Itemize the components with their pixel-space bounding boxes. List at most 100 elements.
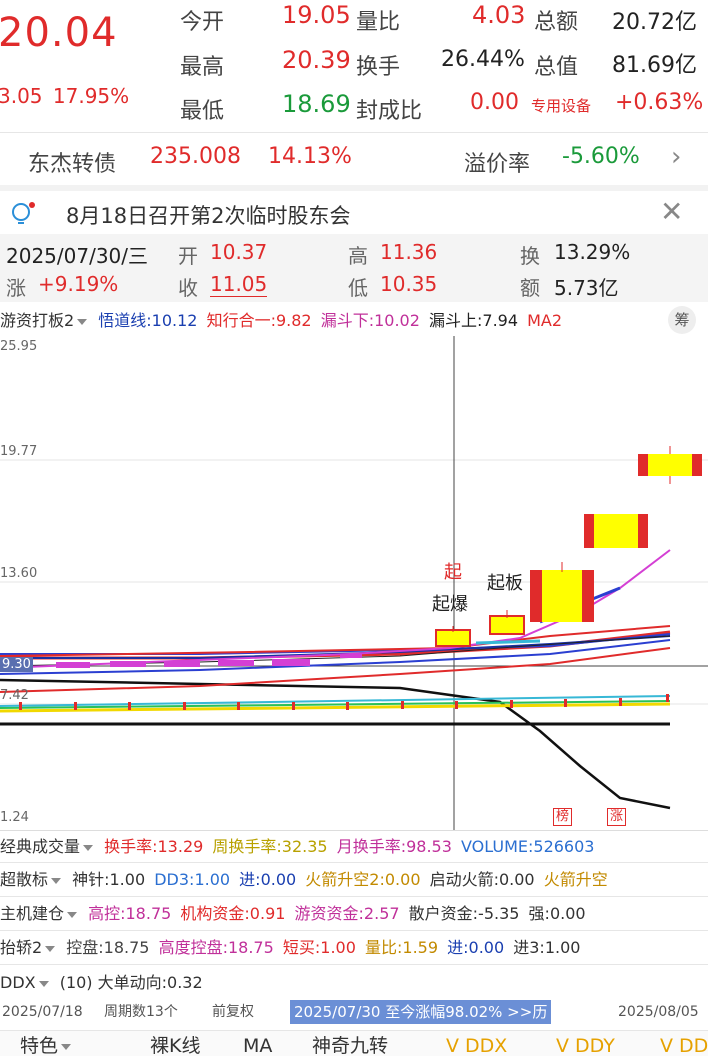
premium-label: 溢价率 [464,152,531,177]
turn-label: 换 [520,244,540,268]
panel-volume: 经典成交量 换手率:13.29 周换手率:32.35 月换手率:98.53 VO… [0,834,708,860]
weekly-turnover: 周换手率:32.35 [212,837,328,856]
market-cap-label: 总值 [534,55,579,80]
loudou-down-value: 漏斗下:10.02 [320,311,420,330]
y-tick-6: 1.24 [0,810,29,825]
chips-button[interactable]: 筹 [668,306,696,334]
tab-naked-k[interactable]: 裸K线 [150,1031,200,1056]
crosshair-price-tag: 9.30 [0,657,33,672]
qiban-label: 起板 [487,573,523,594]
high-label: 最高 [180,55,225,80]
close-label-2: 收 [178,276,198,300]
cyan-short-line [475,639,541,645]
rocket2-value: 火箭升空2:0.00 [305,870,421,889]
dd3-value: DD3:1.00 [154,870,231,889]
candle-1 [435,626,471,647]
rocket-label: 火箭升空 [543,870,608,889]
monthly-turnover: 月换手率:98.53 [336,837,452,856]
y-tick-5: 7.42 [0,688,29,703]
bang-tag: 榜 [553,808,573,826]
bond-price: 235.008 [150,144,241,169]
high-value: 20.39 [282,46,351,74]
short-buy-value: 短买:1.00 [282,938,356,957]
shenzhen-value: 神针:1.00 [72,870,146,889]
bond-name: 东杰转债 [28,152,117,177]
range-footer: 2025/07/18 周期数13个 前复权 2025/07/30 至今涨幅98.… [0,1000,708,1024]
qibao-label: 起爆 [432,594,468,615]
open-value: 19.05 [282,1,351,29]
y-tick-2: 19.77 [0,444,38,459]
lightbulb-icon [12,202,35,224]
premium-value: -5.60% [562,144,640,169]
adjust-mode[interactable]: 前复权 [212,1000,254,1024]
high-kongpan-value: 高度控盘:18.75 [158,938,274,957]
black-indicator-line [0,678,671,810]
tab-dd[interactable]: V DD [660,1031,708,1056]
notice-text: 8月18日召开第2次临时股东会 [66,204,351,228]
amount-label: 总额 [534,10,579,35]
bond-percent: 14.13% [268,144,352,169]
amt-label: 额 [520,276,540,300]
change-amount: 3.05 [0,84,43,108]
big-order-value: (10) 大单动向:0.32 [59,973,203,992]
turnover-value: 26.44% [441,47,525,72]
open-label: 今开 [180,10,225,35]
sector-change: +0.63% [615,90,704,115]
chevron-right-icon[interactable]: › [671,142,681,172]
tab-ddx[interactable]: V DDX [446,1031,507,1056]
tab-td9[interactable]: 神奇九转 [312,1031,388,1056]
bar-close: 11.05 [210,272,268,297]
close-icon[interactable]: ✕ [660,195,683,228]
bar-date: 2025/07/30/三 [6,244,149,268]
jin3-value: 进3:1.00 [513,938,581,957]
open-label-2: 开 [178,244,198,268]
tab-ma[interactable]: MA [243,1031,272,1056]
bar-low: 10.35 [380,272,438,296]
retail-fund: 散户资金:-5.35 [408,904,520,923]
y-tick-3: 13.60 [0,566,38,581]
indicator-selector[interactable]: 游资打板2 [0,311,88,330]
jin-value: 进:0.00 [239,870,297,889]
y-tick-1: 25.95 [0,339,38,354]
seal-ratio-label: 封成比 [356,99,423,124]
panel-ddx-selector[interactable]: DDX [0,973,49,992]
range-gain-banner[interactable]: 2025/07/30 至今涨幅98.02% >>历 [290,1000,552,1024]
institution-fund: 机构资金:0.91 [180,904,286,923]
wudao-value: 悟道线:10.12 [98,311,198,330]
tab-features[interactable]: 特色 [20,1031,72,1056]
kline-chart[interactable] [0,336,708,830]
bar-amt: 5.73亿 [554,276,619,300]
turnover-rate: 换手率:13.29 [104,837,204,856]
amount-value: 20.72亿 [612,10,697,35]
volume-ratio-value: 4.03 [472,1,526,29]
panel-volume-selector[interactable]: 经典成交量 [0,837,94,856]
bar-turn: 13.29% [554,240,631,264]
indicator-legend: 游资打板2 悟道线:10.12 知行合一:9.82 漏斗下:10.02 漏斗上:… [0,308,708,334]
candle-2 [489,610,525,635]
bar-rise: +9.19% [38,272,119,296]
low-label-2: 低 [348,276,368,300]
qi-label: 起 [444,562,462,583]
tab-ddy[interactable]: V DDY [556,1031,615,1056]
panel-taijiao: 抬轿2 控盘:18.75 高度控盘:18.75 短买:1.00 量比:1.59 … [0,935,708,961]
ma-value: MA2 [527,311,563,330]
panel-chaosan: 超散标 神针:1.00 DD3:1.00 进:0.00 火箭升空2:0.00 启… [0,867,708,893]
range-start: 2025/07/18 [2,1004,83,1020]
zhang-tag: 涨 [607,808,627,826]
panel-zhuji-selector[interactable]: 主机建仓 [0,904,78,923]
candle-4 [584,514,648,548]
last-price: 20.04 [0,10,118,56]
gaokong-value: 高控:18.75 [88,904,172,923]
jin-2-value: 进:0.00 [447,938,505,957]
bar-open: 10.37 [210,240,268,264]
panel-chaosan-selector[interactable]: 超散标 [0,870,62,889]
strong-value: 强:0.00 [528,904,586,923]
range-end: 2025/08/05 [618,1004,699,1020]
sector-label[interactable]: 专用设备 [531,95,591,116]
panel-taijiao-selector[interactable]: 抬轿2 [0,938,56,957]
start-rocket-value: 启动火箭:0.00 [429,870,535,889]
turnover-label: 换手 [356,55,401,80]
market-cap-value: 81.69亿 [612,53,697,78]
zhixing-value: 知行合一:9.82 [206,311,312,330]
bottom-tab-bar: 特色 裸K线 MA 神奇九转 V DDX V DDY V DD [0,1030,708,1056]
